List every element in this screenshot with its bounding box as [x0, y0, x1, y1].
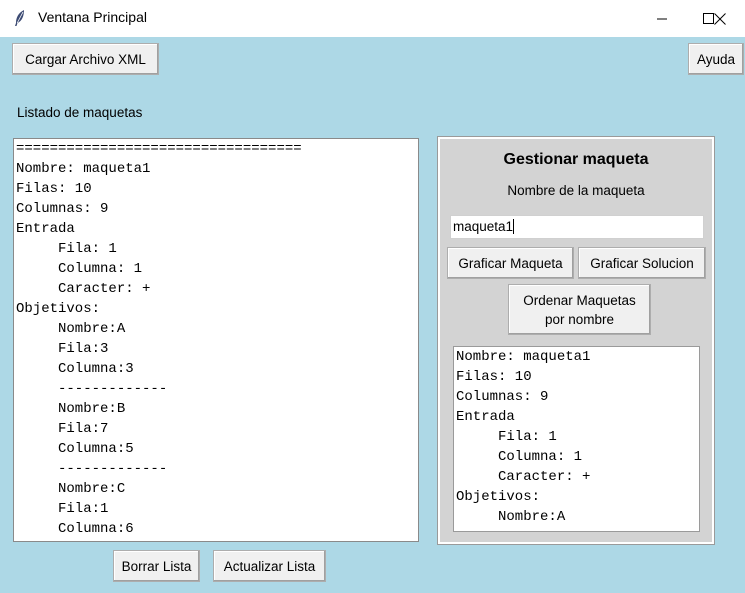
list-line: Filas: 10 [16, 181, 92, 197]
sort-label-line1: Ordenar Maquetas [523, 292, 636, 308]
detail-line: Columna: 1 [456, 449, 583, 465]
detail-line: Columnas: 9 [456, 389, 549, 405]
minimize-button-real[interactable] [639, 0, 685, 37]
minimize-icon [657, 14, 667, 24]
list-line: ------------- [16, 381, 168, 397]
list-line: Nombre:C [16, 481, 126, 497]
title-bar: Ventana Principal [0, 0, 745, 37]
close-button[interactable] [697, 0, 743, 37]
maquetas-list-textbox[interactable]: ================================== Nombre… [13, 138, 419, 542]
feather-icon [12, 9, 28, 27]
list-line: Columna: 1 [16, 261, 143, 277]
detail-line: Filas: 10 [456, 369, 532, 385]
detail-lines: Nombre: maqueta1 Filas: 10 Columnas: 9 Entr… [454, 347, 699, 527]
list-line: Columna:5 [16, 441, 134, 457]
panel-title: Gestionar maqueta [503, 151, 649, 168]
detail-line: Nombre:A [456, 509, 566, 525]
list-line: ================================== [16, 141, 302, 157]
list-line: Fila:7 [16, 421, 109, 437]
list-line: Fila:3 [16, 341, 109, 357]
list-line: Nombre:A [16, 321, 126, 337]
window-title: Ventana Principal [38, 9, 147, 25]
graph-solution-button[interactable]: Graficar Solucion [578, 247, 706, 279]
list-line: Objetivos: [16, 301, 101, 317]
list-line: Columna:3 [16, 361, 134, 377]
list-heading: Listado de maquetas [17, 105, 143, 120]
text-caret [513, 219, 515, 234]
detail-line: Entrada [456, 409, 515, 425]
clear-list-button[interactable]: Borrar Lista [113, 550, 200, 582]
help-button[interactable]: Ayuda [688, 43, 744, 75]
detail-line: Caracter: + [456, 469, 591, 485]
list-line: Entrada [16, 221, 75, 237]
maqueta-name-value: maqueta1 [453, 219, 514, 234]
refresh-list-button[interactable]: Actualizar Lista [213, 550, 326, 582]
sort-label-line2: por nombre [544, 311, 615, 327]
maqueta-name-input[interactable]: maqueta1 [450, 215, 704, 239]
maqueta-detail-textbox[interactable]: Nombre: maqueta1 Filas: 10 Columnas: 9 Entr… [453, 346, 700, 532]
list-line: Columnas: 9 [16, 201, 109, 217]
list-line: Fila: 1 [16, 241, 117, 257]
detail-line: Objetivos: [456, 489, 541, 505]
detail-line: Fila: 1 [456, 429, 557, 445]
close-icon [714, 12, 726, 25]
list-line: Columna:6 [16, 521, 134, 537]
sort-maquetas-button[interactable]: Ordenar Maquetas por nombre [508, 284, 651, 335]
graph-model-button[interactable]: Graficar Maqueta [447, 247, 574, 279]
list-line: Caracter: + [16, 281, 151, 297]
list-lines: ================================== Nombre… [14, 139, 418, 539]
list-line: Nombre: maqueta1 [16, 161, 151, 177]
load-xml-button[interactable]: Cargar Archivo XML [12, 43, 159, 75]
detail-line: Nombre: maqueta1 [456, 349, 591, 365]
list-line: Nombre:B [16, 401, 126, 417]
list-line: ------------- [16, 461, 168, 477]
list-line: Fila:1 [16, 501, 109, 517]
manage-panel: Gestionar maqueta Nombre de la maqueta m… [437, 136, 715, 545]
maqueta-name-label: Nombre de la maqueta [507, 183, 645, 198]
